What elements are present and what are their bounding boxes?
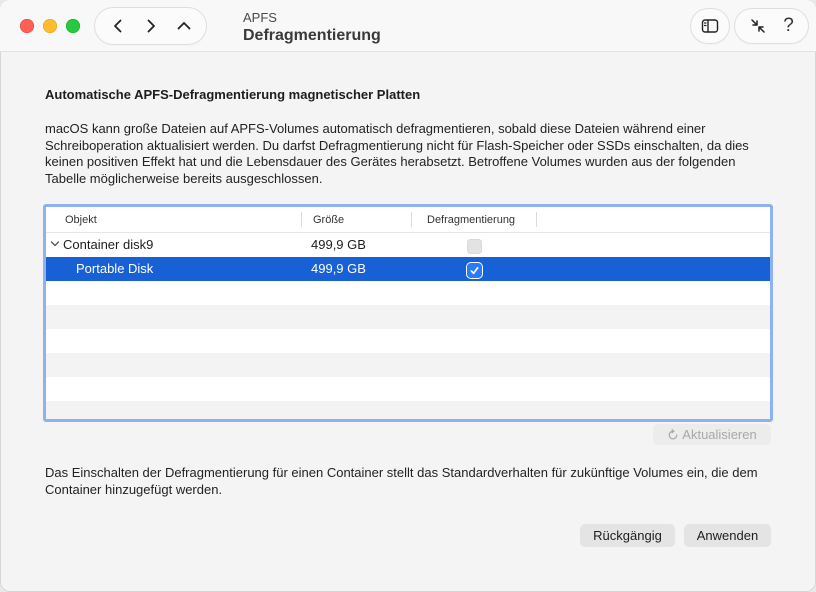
help-button[interactable]: ? [783, 16, 794, 36]
section-heading: Automatische APFS-Defragmentierung magne… [45, 87, 421, 102]
row-name: Portable Disk [76, 261, 154, 276]
forward-button[interactable] [136, 11, 166, 41]
main-content: Automatische APFS-Defragmentierung magne… [0, 53, 816, 592]
chevron-right-icon [147, 19, 155, 33]
column-divider[interactable] [411, 212, 412, 227]
empty-row [46, 329, 770, 353]
column-divider[interactable] [536, 212, 537, 227]
empty-row [46, 401, 770, 419]
empty-row [46, 281, 770, 305]
row-size: 499,9 GB [311, 237, 366, 252]
apply-button[interactable]: Anwenden [684, 524, 771, 547]
chevron-left-icon [113, 19, 121, 33]
table-header: Objekt Größe Defragmentierung [46, 207, 770, 233]
column-divider[interactable] [301, 212, 302, 227]
description-text: macOS kann große Dateien auf APFS-Volume… [45, 121, 749, 186]
collapse-button[interactable] [749, 17, 767, 35]
up-button[interactable] [169, 11, 199, 41]
chevron-down-icon[interactable] [50, 239, 60, 249]
app-window: APFS Defragmentierung ? Automatische APF… [0, 0, 816, 592]
empty-row [46, 305, 770, 329]
footer-note: Das Einschalten der Defragmentierung für… [45, 465, 758, 497]
table-row[interactable]: Container disk9 499,9 GB [46, 233, 770, 257]
column-header-size[interactable]: Größe [313, 214, 344, 226]
minimize-window-button[interactable] [43, 19, 57, 33]
sidebar-icon [701, 19, 719, 33]
undo-button[interactable]: Rückgängig [580, 524, 675, 547]
window-subtitle: APFS [243, 10, 277, 25]
maximize-window-button[interactable] [66, 19, 80, 33]
checkmark-icon [470, 266, 479, 275]
empty-row [46, 353, 770, 377]
defrag-checkbox[interactable] [467, 263, 482, 278]
column-header-object[interactable]: Objekt [65, 214, 97, 226]
toolbar-right-group: ? [735, 9, 808, 43]
help-icon: ? [783, 15, 794, 36]
back-button[interactable] [103, 11, 133, 41]
title-bar: APFS Defragmentierung ? [0, 0, 816, 52]
refresh-icon [668, 428, 678, 439]
arrows-collapse-icon [751, 19, 765, 33]
volumes-table[interactable]: Objekt Größe Defragmentierung Container … [43, 204, 773, 422]
refresh-label: Aktualisieren [682, 427, 757, 442]
chevron-up-icon [177, 22, 190, 30]
defrag-checkbox[interactable] [467, 239, 482, 254]
window-title: Defragmentierung [243, 27, 381, 44]
toggle-sidebar-button[interactable] [691, 9, 729, 43]
table-row[interactable]: Portable Disk 499,9 GB [46, 257, 770, 281]
navigation-group [95, 8, 206, 44]
row-name: Container disk9 [63, 237, 154, 252]
column-header-defrag[interactable]: Defragmentierung [427, 214, 515, 226]
close-window-button[interactable] [20, 19, 34, 33]
refresh-button[interactable]: Aktualisieren [653, 424, 771, 445]
row-size: 499,9 GB [311, 261, 366, 276]
empty-row [46, 377, 770, 401]
